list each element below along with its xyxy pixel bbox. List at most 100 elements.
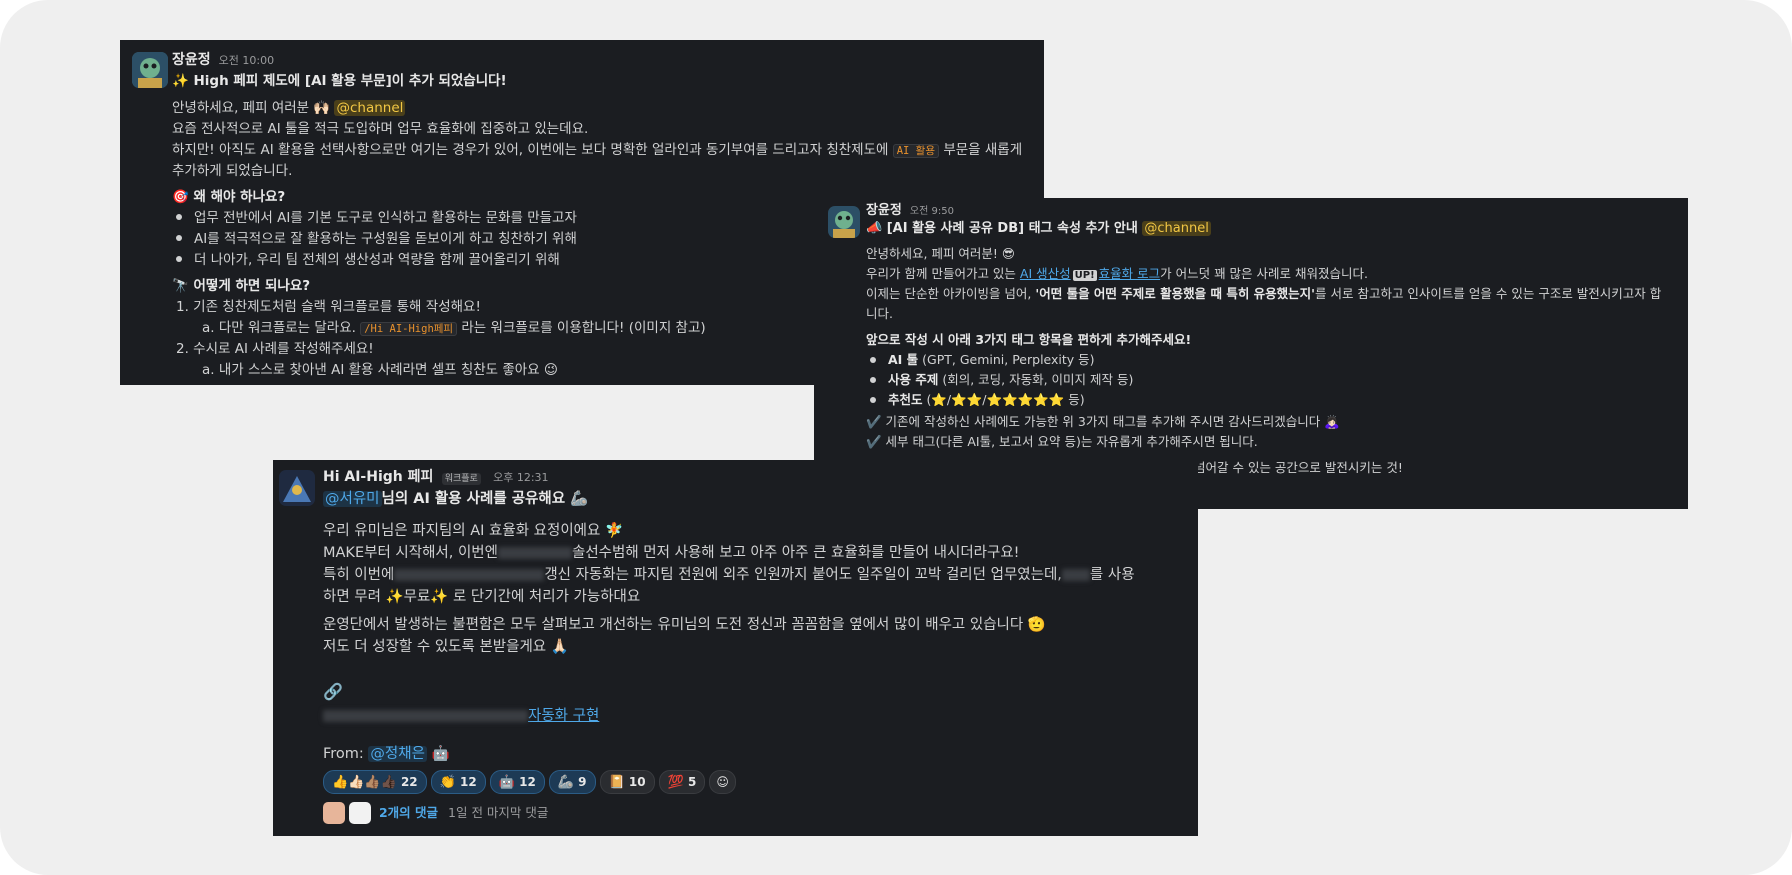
workflow-avatar[interactable] xyxy=(279,470,315,506)
reaction-custom[interactable]: 💯 5 xyxy=(658,770,706,794)
link-icon: 🔗 xyxy=(323,682,343,701)
body-line-2: 하지만! 아직도 AI 활용을 선택사항으로만 여기는 경우가 있어, 이번에는… xyxy=(172,140,1022,162)
body-line-3-text: 특히 이번에 xyxy=(323,567,395,583)
thread-summary[interactable]: 2개의 댓글 1일 전 마지막 댓글 xyxy=(323,802,548,824)
body-line-3: 특히 이번에 갱신 자동화는 파지팀 전원에 외주 인원까지 붙어도 일주일이 꼬… xyxy=(323,564,1135,586)
why-item-text: 업무 전반에서 AI를 기본 도구로 인식하고 활용하는 문화를 만들고자 xyxy=(194,210,577,226)
reaction-count: 12 xyxy=(519,775,536,789)
why-item-text: 더 나아가, 우리 팀 전체의 생산성과 역량을 함께 끌어올리기 위해 xyxy=(194,252,560,268)
body-line-2-text: 하지만! 아직도 AI 활용을 선택사항으로만 여기는 경우가 있어, 이번에는… xyxy=(172,142,889,158)
reaction-count: 5 xyxy=(687,775,697,789)
tag-item: 추천도 (⭐/⭐⭐/⭐⭐⭐⭐⭐ 등) xyxy=(866,390,1085,411)
author-avatar[interactable] xyxy=(132,52,168,88)
thumbs-up-icon: 👍👍🏻👍🏽👍🏿 xyxy=(332,775,397,790)
reaction-arm[interactable]: 🦾 9 xyxy=(548,770,596,794)
log-link-part-1[interactable]: AI 생산성 xyxy=(1020,266,1071,281)
how-step-2a: a. 내가 스스로 찾아낸 AI 활용 사례라면 셀프 칭찬도 좋아요 😉 xyxy=(202,362,559,378)
body-line-3-mid: 갱신 자동화는 파지팀 전원에 외주 인원까지 붙어도 일주일이 꼬박 걸리던 … xyxy=(544,567,1062,583)
add-reaction-button[interactable]: ☺ xyxy=(709,770,736,794)
why-item: 더 나아가, 우리 팀 전체의 생산성과 역량을 함께 끌어올리기 위해 xyxy=(172,250,560,271)
body-line-3: 니다. xyxy=(866,306,893,321)
body-line-3: 추가하게 되었습니다. xyxy=(172,163,293,179)
how-step-1: 1. 기존 칭찬제도처럼 슬랙 워크플로를 통해 작성해요! xyxy=(176,299,481,315)
body-line-1-end: 가 어느덧 꽤 많은 사례로 채워졌습니다. xyxy=(1160,266,1368,281)
greeting-line: 안녕하세요, 페피 여러분! 😎 xyxy=(866,246,1015,261)
from-line: From: @정채은 🤖 xyxy=(323,744,450,765)
how-step-1a-text: a. 다만 워크플로는 달라요. xyxy=(202,320,356,336)
redacted-text xyxy=(1061,569,1090,581)
from-user-mention[interactable]: @정채은 xyxy=(368,746,427,762)
reaction-robot[interactable]: 🤖 12 xyxy=(489,770,545,794)
tag-item-desc: (⭐/⭐⭐/⭐⭐⭐⭐⭐ 등) xyxy=(922,392,1085,407)
body-line-2: MAKE부터 시작해서, 이번엔 솔선수범해 먼저 사용해 보고 아주 아주 큰 … xyxy=(323,542,1020,564)
custom-emoji-icon: 💯 xyxy=(667,775,684,790)
author-name[interactable]: 장윤정 xyxy=(172,52,211,68)
author-name[interactable]: Hi AI-High 페피 xyxy=(323,469,433,485)
bullet-icon xyxy=(176,235,182,241)
reply-count-link[interactable]: 2개의 댓글 xyxy=(379,805,438,820)
author-avatar[interactable] xyxy=(828,206,860,238)
tag-item: 사용 주제 (회의, 코딩, 자동화, 이미지 제작 등) xyxy=(866,370,1133,391)
avatar-image-icon xyxy=(828,206,860,238)
redacted-text xyxy=(394,569,545,581)
inline-code-workflow: /Hi AI-High페피 xyxy=(360,322,458,336)
timestamp[interactable]: 오전 10:00 xyxy=(219,54,274,67)
tag-item-name: AI 툴 xyxy=(888,352,919,367)
timestamp[interactable]: 오후 12:31 xyxy=(493,471,548,484)
how-heading: 🔭 어떻게 하면 되나요? xyxy=(172,278,311,294)
body-line-1: 요즘 전사적으로 AI 툴을 적극 도입하며 업무 효율화에 집중하고 있는데요… xyxy=(172,121,589,137)
message-title-text: 님의 AI 활용 사례를 공유해요 🦾 xyxy=(381,491,589,507)
body-line-5: 운영단에서 발생하는 불편함은 모두 살펴보고 개선하는 유미님의 도전 정신과… xyxy=(323,617,1046,633)
replier-avatar xyxy=(323,802,345,824)
up-badge: UP! xyxy=(1072,270,1097,281)
how-step-1a-end: 라는 워크플로를 이용합니다! (이미지 참고) xyxy=(461,320,706,336)
message-title-text: 📣 [AI 활용 사례 공유 DB] 태그 속성 추가 안내 xyxy=(866,221,1138,236)
body-line-2-end: 를 서로 참고하고 인사이트를 얻을 수 있는 구조로 발전시키고자 합 xyxy=(1315,286,1662,301)
tags-heading: 앞으로 작성 시 아래 3가지 태그 항목을 편하게 추가해주세요! xyxy=(866,332,1192,347)
last-reply-time: 1일 전 마지막 댓글 xyxy=(448,804,549,820)
reaction-notebook[interactable]: 📔 10 xyxy=(599,770,655,794)
avatar-image-icon xyxy=(132,52,168,88)
tag-item-desc: (GPT, Gemini, Perplexity 등) xyxy=(918,352,1095,367)
check-line-2: ✔️ 세부 태그(다른 AI툴, 보고서 요약 등)는 자유롭게 추가해주시면 … xyxy=(866,434,1258,449)
timestamp[interactable]: 오전 9:50 xyxy=(910,206,954,217)
body-last-line: 넘어갈 수 있는 공간으로 발전시키는 것! xyxy=(1194,460,1403,475)
channel-mention[interactable]: @channel xyxy=(334,100,406,116)
reaction-count: 22 xyxy=(400,775,418,789)
reaction-thumbsup[interactable]: 👍👍🏻👍🏽👍🏿 22 xyxy=(323,770,427,794)
body-line-1: 우리 유미님은 파지팀의 AI 효율화 요정이에요 🧚 xyxy=(323,523,624,539)
why-heading: 🎯 왜 해야 하나요? xyxy=(172,189,286,205)
add-reaction-icon: ☺ xyxy=(716,775,729,789)
why-item-text: AI를 적극적으로 잘 활용하는 구성원을 돋보이게 하고 칭찬하기 위해 xyxy=(194,231,577,247)
body-line-2-text: 이제는 단순한 아카이빙을 넘어, xyxy=(866,286,1032,301)
body-line-4: 하면 무려 ✨무료✨ 로 단기간에 처리가 가능하대요 xyxy=(323,589,641,605)
channel-mention[interactable]: @channel xyxy=(1142,221,1211,236)
workflow-badge: 워크플로 xyxy=(441,473,481,485)
body-line-3-end: 를 사용 xyxy=(1089,567,1135,583)
how-step-1a: a. 다만 워크플로는 달라요. /Hi AI-High페피 라는 워크플로를 … xyxy=(202,318,706,340)
greeting-line: 안녕하세요, 페피 여러분 🙌🏻 @channel xyxy=(172,98,406,119)
reaction-clap[interactable]: 👏 12 xyxy=(430,770,486,794)
bullet-icon xyxy=(870,356,876,363)
log-link-part-2[interactable]: 효율화 로그 xyxy=(1099,266,1160,281)
notebook-icon: 📔 xyxy=(608,775,625,790)
redacted-text xyxy=(498,547,572,559)
message-header: Hi AI-High 페피 워크플로 오후 12:31 xyxy=(323,467,549,490)
doc-link[interactable]: 자동화 구현 xyxy=(323,706,599,727)
redacted-text xyxy=(323,710,528,722)
greeting-text: 안녕하세요, 페피 여러분 🙌🏻 xyxy=(172,100,331,116)
message-title: 📣 [AI 활용 사례 공유 DB] 태그 속성 추가 안내 @channel xyxy=(866,219,1211,240)
user-mention[interactable]: @서유미 xyxy=(323,491,382,507)
body-line-2: 이제는 단순한 아카이빙을 넘어, '어떤 툴을 어떤 주제로 활용했을 때 특… xyxy=(866,284,1661,305)
author-name[interactable]: 장윤정 xyxy=(866,203,902,218)
tag-item-name: 추천도 xyxy=(888,392,923,407)
message-header: 장윤정 오전 10:00 xyxy=(172,50,274,72)
bullet-icon xyxy=(870,396,876,403)
screenshot-frame: 장윤정 오전 10:00 ✨ High 페피 제도에 [AI 활용 부문]이 추가… xyxy=(0,0,1792,875)
robot-emoji: 🤖 xyxy=(431,746,450,762)
tag-item: AI 툴 (GPT, Gemini, Perplexity 등) xyxy=(866,350,1095,371)
how-step-2: 2. 수시로 AI 사례를 작성해주세요! xyxy=(176,341,374,357)
doc-link-text[interactable]: 자동화 구현 xyxy=(528,708,599,724)
body-line-2-bold: '어떤 툴을 어떤 주제로 활용했을 때 특히 유용했는지' xyxy=(1035,286,1316,301)
body-line-2-text: MAKE부터 시작해서, 이번엔 xyxy=(323,545,498,561)
